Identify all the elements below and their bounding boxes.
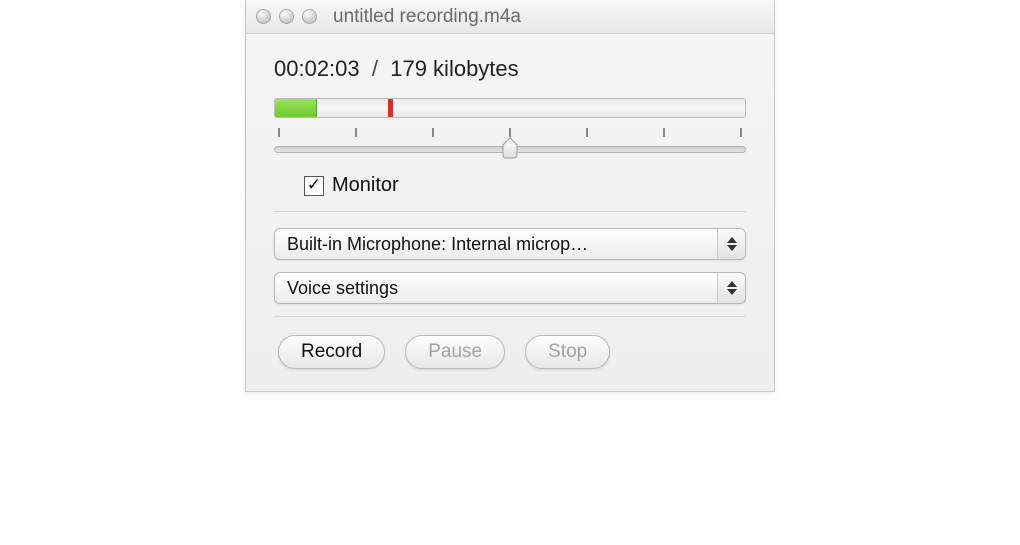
monitor-row: ✓ Monitor	[274, 168, 746, 212]
input-device-select[interactable]: Built-in Microphone: Internal microp…	[274, 228, 746, 260]
chevron-up-icon	[727, 281, 737, 287]
tick	[740, 128, 742, 137]
status-line: 00:02:03 / 179 kilobytes	[274, 56, 746, 82]
status-separator: /	[372, 56, 378, 81]
close-icon[interactable]	[256, 9, 271, 24]
monitor-label: Monitor	[332, 174, 399, 197]
level-fill	[275, 99, 317, 117]
level-peak-indicator	[388, 99, 393, 117]
pause-label: Pause	[428, 341, 482, 363]
input-volume-slider[interactable]	[274, 128, 746, 162]
record-label: Record	[301, 341, 362, 363]
recording-window: untitled recording.m4a 00:02:03 / 179 ki…	[245, 0, 775, 392]
tick	[663, 128, 665, 137]
zoom-icon[interactable]	[302, 9, 317, 24]
tick	[355, 128, 357, 137]
divider	[274, 316, 746, 317]
input-device-value: Built-in Microphone: Internal microp…	[287, 234, 588, 255]
chevron-down-icon	[727, 289, 737, 295]
chevron-up-icon	[727, 237, 737, 243]
monitor-checkbox[interactable]: ✓	[304, 176, 324, 196]
tick	[278, 128, 280, 137]
input-level-meter	[274, 98, 746, 118]
record-button[interactable]: Record	[278, 335, 385, 369]
pause-button[interactable]: Pause	[405, 335, 505, 369]
chevron-down-icon	[727, 245, 737, 251]
quality-select[interactable]: Voice settings	[274, 272, 746, 304]
window-title: untitled recording.m4a	[333, 6, 521, 28]
quality-value: Voice settings	[287, 278, 398, 299]
stop-button[interactable]: Stop	[525, 335, 610, 369]
tick	[509, 128, 511, 137]
tick	[586, 128, 588, 137]
stepper-arrows-icon	[717, 229, 745, 259]
window-content: 00:02:03 / 179 kilobytes	[246, 34, 774, 391]
transport-buttons: Record Pause Stop	[274, 335, 746, 369]
stepper-arrows-icon	[717, 273, 745, 303]
stop-label: Stop	[548, 341, 587, 363]
titlebar[interactable]: untitled recording.m4a	[246, 0, 774, 34]
elapsed-time: 00:02:03	[274, 56, 360, 81]
checkmark-icon: ✓	[307, 176, 321, 193]
window-controls	[256, 9, 317, 24]
slider-thumb[interactable]	[500, 137, 520, 159]
tick	[432, 128, 434, 137]
file-size: 179 kilobytes	[390, 56, 518, 81]
minimize-icon[interactable]	[279, 9, 294, 24]
